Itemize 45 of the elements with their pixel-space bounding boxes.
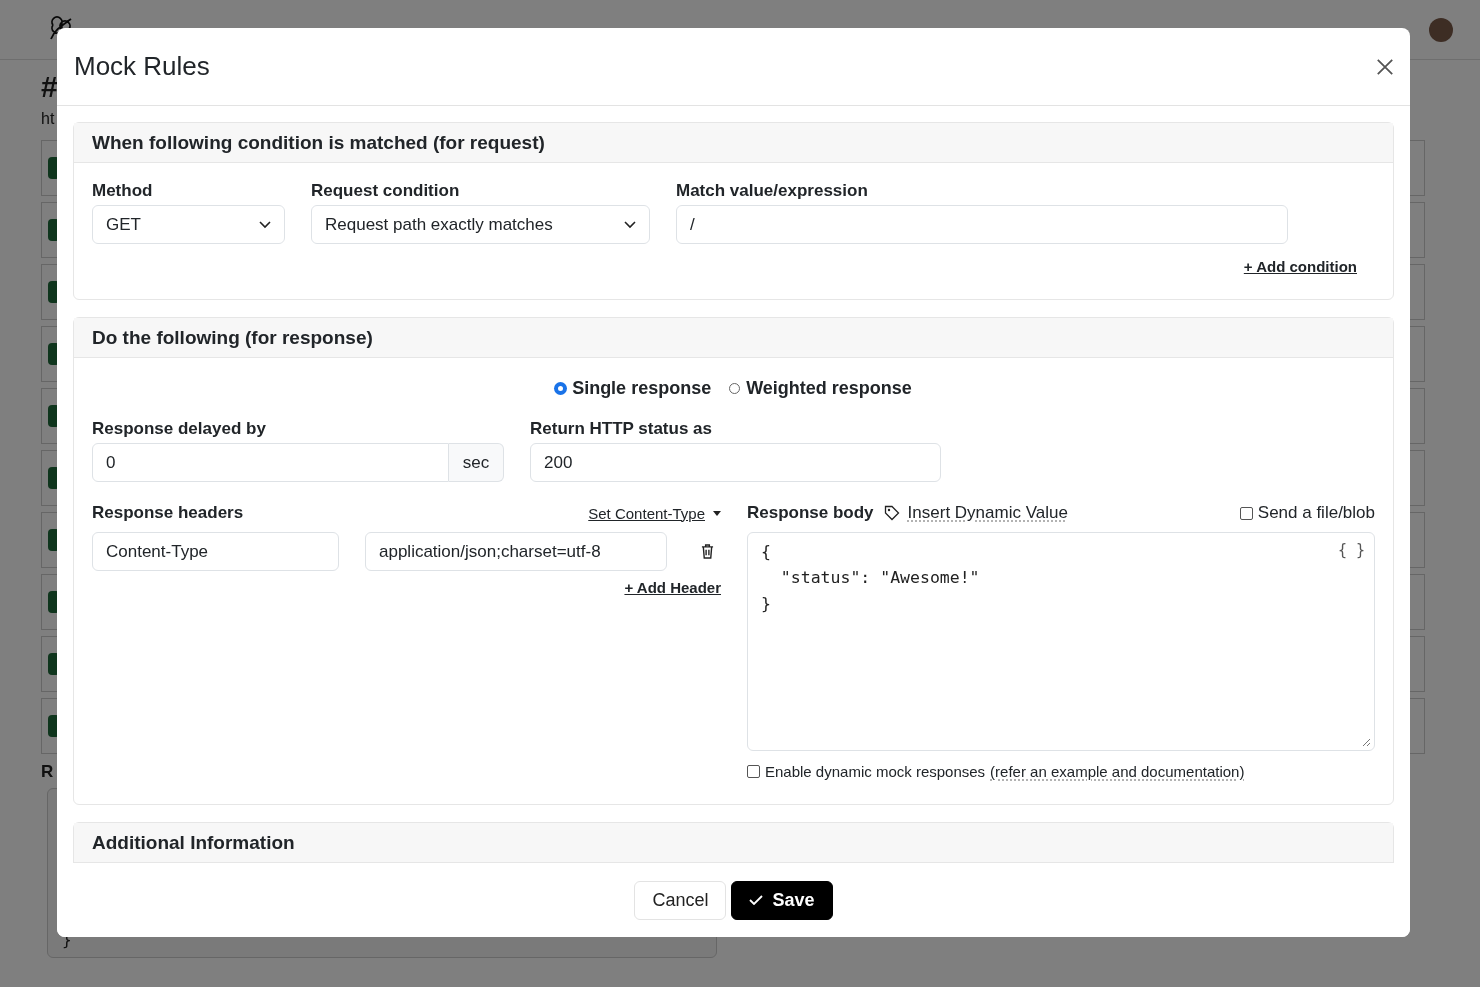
endpoint-url: ht xyxy=(41,110,56,129)
body-editor[interactable]: { "status": "Awesome!" } { } xyxy=(747,532,1375,751)
cancel-button[interactable]: Cancel xyxy=(634,880,727,920)
trash-icon[interactable] xyxy=(701,544,714,559)
header-name-input[interactable]: Content-Type xyxy=(92,532,339,571)
field-label: Response body xyxy=(747,503,874,523)
dynamic-checkbox[interactable]: Enable dynamic mock responses xyxy=(747,763,986,780)
method-select[interactable]: GET xyxy=(92,205,285,244)
avatar-icon[interactable] xyxy=(1429,17,1453,42)
documentation-link[interactable]: (refer an example and documentation) xyxy=(990,763,1245,780)
unit-addon: sec xyxy=(449,443,504,482)
field-label: Method xyxy=(92,181,154,201)
resize-handle[interactable] xyxy=(1361,737,1371,747)
radio-option[interactable]: Weighted response xyxy=(729,378,912,399)
field-label: Response delayed by xyxy=(92,419,267,439)
field-label: Response headers xyxy=(92,503,244,523)
tag-icon[interactable] xyxy=(883,505,900,521)
save-button[interactable]: Save xyxy=(731,880,833,920)
format-button[interactable]: { } xyxy=(1337,541,1365,559)
match-input[interactable]: / xyxy=(676,205,1288,244)
page-heading: # xyxy=(41,70,59,105)
insert-dynamic-link[interactable]: Insert Dynamic Value xyxy=(907,503,1068,523)
panel-title: Additional Information xyxy=(92,831,295,854)
json-code: { "status": "Awesome!" } xyxy=(760,541,981,615)
field-label: Match value/expression xyxy=(676,181,869,201)
panel-title: Do the following (for response) xyxy=(92,326,373,349)
condition-select[interactable]: Request path exactly matches xyxy=(311,205,650,244)
close-icon[interactable] xyxy=(1376,57,1394,76)
send-file-checkbox[interactable]: Send a file/blob xyxy=(1239,503,1375,523)
panel-title: When following condition is matched (for request) xyxy=(92,131,545,154)
field-label: Return HTTP status as xyxy=(530,419,713,439)
status-input[interactable]: 200 xyxy=(530,443,941,482)
chevron-down-icon xyxy=(259,220,271,229)
add-header-link[interactable]: + Add Header xyxy=(624,579,721,596)
chevron-down-icon xyxy=(624,220,636,229)
header-value-input[interactable]: application/json;charset=utf-8 xyxy=(365,532,667,571)
add-condition-link[interactable]: + Add condition xyxy=(1243,258,1357,275)
section-label: R xyxy=(41,762,54,782)
modal-title: Mock Rules xyxy=(74,51,210,82)
content-type-dropdown[interactable]: Set Content-Type xyxy=(588,504,705,522)
delay-input[interactable]: 0 xyxy=(92,443,449,482)
caret-icon[interactable] xyxy=(713,510,721,516)
check-icon xyxy=(749,895,764,905)
radio-option[interactable]: Single response xyxy=(555,378,712,399)
field-label: Request condition xyxy=(311,181,461,201)
